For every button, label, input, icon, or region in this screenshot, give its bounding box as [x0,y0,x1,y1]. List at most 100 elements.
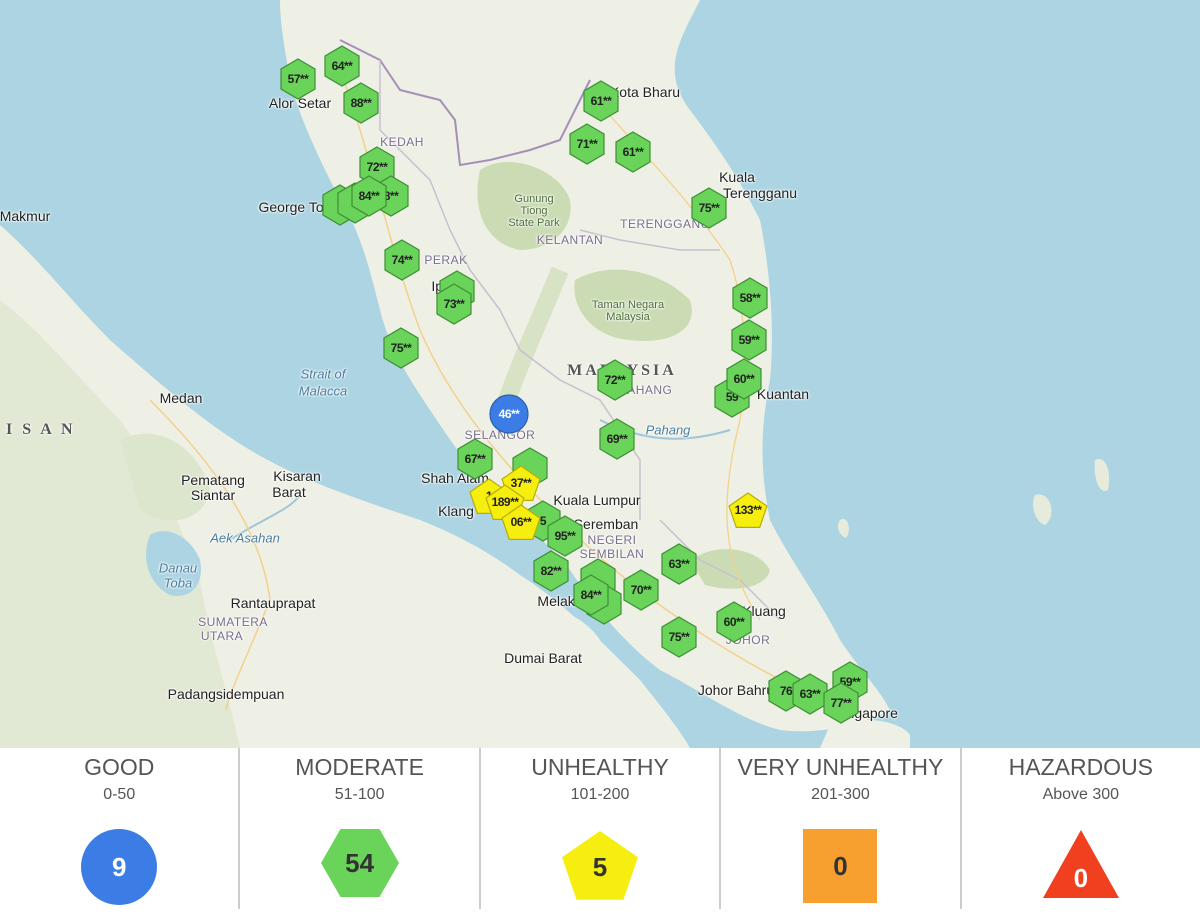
station-marker-m13[interactable]: 61** [583,80,619,122]
air-quality-map[interactable]: Alor Setar KEDAH Kota Bharu Kuala Terengganu… [0,0,1200,748]
legend-category-unhealthy: UNHEALTHY 101-200 5 [478,748,719,909]
legend-name: HAZARDOUS [1008,754,1154,780]
station-marker-label: 75** [390,341,412,355]
station-marker-label: 133** [734,503,762,517]
legend-category-good: GOOD 0-50 9 [0,748,238,909]
place-label-pematang-2: Siantar [190,487,236,503]
station-marker-m39[interactable]: 75** [661,616,697,658]
place-label-kisaran-1: Kisaran [273,468,321,484]
station-marker-m18[interactable]: 59** [731,319,767,361]
legend-name: VERY UNHEALTHY [737,754,944,780]
station-marker-label: 59** [738,333,760,347]
station-marker-label: 82** [540,564,562,578]
place-label-kisaran-2: Barat [272,484,306,500]
station-marker-m44[interactable]: 77** [823,682,859,724]
station-marker-m37[interactable]: 84** [573,574,609,616]
station-marker-m40[interactable]: 60** [716,601,752,643]
legend-range: 201-300 [811,786,870,803]
place-label-gunung-tiong: Gunung Tiong State Park [508,193,560,229]
legend-square-icon: 0 [802,828,878,904]
place-label-sumatera-1: SUMATERA [198,615,268,629]
station-marker-m21[interactable]: 72** [597,359,633,401]
place-label-perak: PERAK [424,253,468,267]
legend-count: 9 [111,851,127,882]
station-marker-label: 60** [723,615,745,629]
station-marker-m32[interactable]: 133** [728,490,768,530]
place-label-kuala-lumpur: Kuala Lumpur [553,492,641,508]
station-marker-m14[interactable]: 71** [569,123,605,165]
station-marker-m09[interactable]: 74** [384,239,420,281]
legend-name: MODERATE [295,754,424,780]
place-label-danau-2: Toba [163,575,193,591]
station-marker-m02[interactable]: 64** [324,45,360,87]
place-label-makmur: Makmur [0,208,51,224]
station-marker-label: 77** [830,696,852,710]
station-marker-m20[interactable]: 60** [726,358,762,400]
place-label-seremban: Seremban [573,516,639,532]
station-marker-m33[interactable]: 63** [661,543,697,585]
place-label-risan: R I S A N [0,421,76,438]
station-marker-label: 06** [510,515,532,529]
station-marker-label: 70** [630,583,652,597]
station-marker-label: 72** [604,373,626,387]
legend-name: UNHEALTHY [531,754,669,780]
legend-range: 51-100 [334,786,385,803]
station-marker-label: 74** [391,253,413,267]
station-marker-m22[interactable]: 46** [489,394,529,434]
place-label-kuantan: Kuantan [756,386,810,402]
station-marker-m11[interactable]: 73** [436,283,472,325]
station-marker-label: 67** [464,452,486,466]
station-marker-label: 84** [358,189,380,203]
station-marker-label: 84** [580,588,602,602]
station-marker-label: 57** [287,72,309,86]
place-label-dumai: Dumai Barat [504,650,582,666]
station-marker-m17[interactable]: 58** [732,277,768,319]
legend-count: 54 [345,847,375,878]
legend-range: Above 300 [1042,786,1120,803]
place-label-medan: Medan [159,390,203,406]
legend-circle-icon: 9 [80,828,158,906]
station-marker-label: 63** [668,557,690,571]
place-label-aek-asahan: Aek Asahan [210,530,280,546]
place-label-pematang-1: Pematang [181,472,245,488]
station-marker-m30[interactable]: 06** [501,502,541,542]
legend-category-very-unhealthy: VERY UNHEALTHY 201-300 0 [719,748,959,909]
place-label-johor-bahru: Johor Bahru [697,682,775,698]
station-marker-m16[interactable]: 75** [691,187,727,229]
station-marker-m38[interactable]: 70** [623,569,659,611]
legend-count: 0 [1073,862,1089,893]
station-marker-label: 73** [443,297,465,311]
legend-category-moderate: MODERATE 51-100 54 [238,748,478,909]
place-label-rantauprapat: Rantauprapat [230,595,316,611]
station-marker-m01[interactable]: 57** [280,58,316,100]
station-marker-label: 61** [590,94,612,108]
place-label-negeri-1: NEGERI [587,533,637,547]
station-marker-m24[interactable]: 67** [457,438,493,480]
station-marker-label: 58** [739,291,761,305]
station-marker-m03[interactable]: 88** [343,82,379,124]
legend-name: GOOD [84,754,155,780]
station-marker-m23[interactable]: 69** [599,418,635,460]
place-label-taman-negara: Taman Negara Malaysia [591,299,665,323]
station-marker-m12[interactable]: 75** [383,327,419,369]
place-label-kota-bharu: Kota Bharu [609,84,681,100]
station-marker-m34[interactable]: 82** [533,550,569,592]
legend-pent-icon: 5 [561,828,639,906]
station-marker-label: 46** [498,407,520,421]
place-label-danau-1: Danau [158,560,198,576]
station-marker-label: 75** [668,630,690,644]
aqi-legend: GOOD 0-50 9 MODERATE 51-100 54 UNHEALTHY 101-20… [0,748,1200,909]
legend-triangle-icon: 0 [1041,828,1121,900]
legend-count: 5 [592,851,608,882]
legend-category-hazardous: HAZARDOUS Above 300 0 [959,748,1200,909]
place-label-padangsidempuan: Padangsidempuan [167,686,285,702]
legend-count: 0 [833,850,848,881]
station-marker-label: 61** [622,145,644,159]
station-marker-m08[interactable]: 84** [351,175,387,217]
station-marker-label: 69** [606,432,628,446]
legend-hex-icon: 54 [320,828,400,898]
place-label-kuala-terengganu-1: Kuala [719,169,755,185]
station-marker-m15[interactable]: 61** [615,131,651,173]
place-label-strait-2: Malacca [298,383,348,399]
place-label-strait-1: Strait of [300,366,346,382]
